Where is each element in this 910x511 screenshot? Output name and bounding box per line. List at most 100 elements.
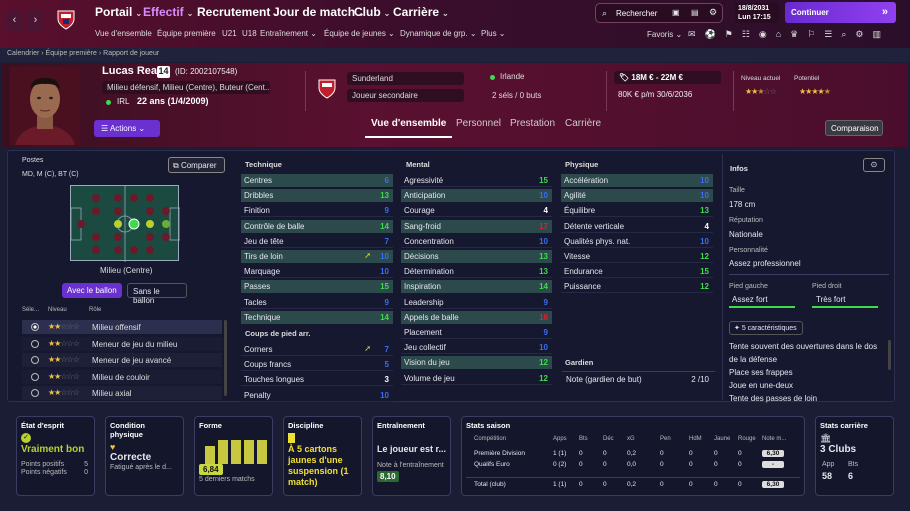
training-card[interactable]: Entraînement Le joueur est r... Note à l…	[372, 416, 451, 496]
nav-effectif[interactable]: Effectif ⌄	[143, 5, 193, 19]
attribute-row[interactable]: Placement 9	[401, 326, 552, 339]
favoris-menu[interactable]: Favoris ⌄	[647, 30, 682, 39]
without-ball-toggle[interactable]: Sans le ballon	[127, 283, 187, 305]
season-row[interactable]: Qualifs Euro 0 (2) 0 0 0,0 0 0 0 0 -	[466, 461, 800, 472]
attribute-row[interactable]: Inspiration 14	[401, 280, 552, 294]
news-icon[interactable]: ▤	[691, 8, 699, 17]
crumb-calendrier[interactable]: Calendrier	[7, 50, 39, 57]
subnav-u18[interactable]: U18	[242, 29, 257, 38]
attribute-row[interactable]: Courage 4	[401, 204, 552, 218]
attribute-row[interactable]: Coups francs 5	[241, 358, 393, 372]
tab-prestation[interactable]: Prestation	[510, 118, 555, 129]
role-radio[interactable]	[31, 356, 39, 364]
attribute-row[interactable]: Touches longues 3	[241, 373, 393, 387]
attribute-row[interactable]: Appels de balle 16	[401, 310, 552, 324]
nationality[interactable]: Irlande	[500, 72, 524, 81]
attribute-row[interactable]: Centres 6	[241, 174, 393, 187]
attribute-row[interactable]: Anticipation 10	[401, 189, 552, 203]
attribute-row[interactable]: Détente verticale 4	[561, 220, 713, 233]
attribute-row[interactable]: Concentration 10	[401, 235, 552, 248]
season-row[interactable]: Première Division 1 (1) 0 0 0,2 0 0 0 0 6,30	[466, 450, 800, 461]
continue-button[interactable]: Continuer »	[785, 2, 896, 23]
attribute-row[interactable]: Vision du jeu 12	[401, 356, 552, 370]
season-row[interactable]: Total (club) 1 (1) 0 0 0,2 0 0 0 0 6,30	[466, 477, 800, 488]
subnav-vue-ensemble[interactable]: Vue d'ensemble	[95, 29, 152, 38]
role-radio[interactable]	[31, 339, 39, 348]
compare-positions-button[interactable]: ⧉ Comparer	[168, 157, 225, 173]
attribute-row[interactable]: Leadership 9	[401, 296, 552, 309]
attribute-row[interactable]: Endurance 15	[561, 265, 713, 279]
tab-carriere[interactable]: Carrière	[565, 118, 601, 129]
attribute-row[interactable]: Équilibre 13	[561, 204, 713, 218]
nav-carriere[interactable]: Carrière ⌄	[393, 5, 449, 19]
quick-icons[interactable]: ✉⚽⚑☷◉⌂♛⚐☰⌕⚙▥	[688, 29, 890, 40]
attribute-row[interactable]: Technique 14	[241, 310, 393, 324]
actions-button[interactable]: ☰ Actions ⌄	[94, 120, 160, 137]
condition-card[interactable]: Condition physique ♥ Correcte Fatigué ap…	[105, 416, 184, 496]
attribute-row[interactable]: Vitesse 12	[561, 250, 713, 263]
attribute-row[interactable]: Volume de jeu 12	[401, 372, 552, 385]
nav-jour-de-match[interactable]: Jour de match ⌄	[273, 5, 365, 19]
with-ball-toggle[interactable]: Avec le ballon	[62, 283, 122, 298]
attribute-row[interactable]: Marquage 10	[241, 265, 393, 279]
search-bar[interactable]: ⌕ Rechercher ▣ ▤ ⚙	[595, 3, 723, 23]
season-stats-card[interactable]: Stats saison Compétition Apps Bts Déc xG Pen H…	[461, 416, 805, 496]
traits-scrollbar[interactable]	[888, 340, 891, 370]
attribute-row[interactable]: Détermination 13	[401, 265, 552, 279]
attribute-row[interactable]: Dribbles 13	[241, 189, 393, 203]
attribute-row[interactable]: Passes 15	[241, 280, 393, 294]
date-display[interactable]: 18/8/2031 Lun 17:15	[735, 3, 779, 23]
attribute-row[interactable]: Jeu de tête 7	[241, 235, 393, 248]
attribute-row[interactable]: Agilité 10	[561, 189, 713, 203]
inbox-icon[interactable]: ▣	[672, 8, 680, 17]
attribute-row[interactable]: Contrôle de balle 14	[241, 219, 393, 233]
comparison-button[interactable]: Comparaison	[825, 120, 883, 136]
nav-club[interactable]: Club ⌄	[354, 5, 390, 19]
crumb-equipe[interactable]: Équipe première	[46, 50, 97, 57]
subnav-equipe-jeunes[interactable]: Équipe de jeunes ⌄	[324, 29, 395, 38]
subnav-u21[interactable]: U21	[222, 29, 237, 38]
attribute-row[interactable]: Jeu collectif 10	[401, 341, 552, 355]
role-list-scrollbar[interactable]	[224, 320, 227, 396]
role-row[interactable]: ★★☆☆☆ Meneur de jeu avancé	[22, 353, 222, 367]
role-row[interactable]: ★★☆☆☆ Milieu axial	[22, 386, 222, 400]
attribute-row[interactable]: Agressivité 15	[401, 174, 552, 187]
role-row[interactable]: ★★☆☆☆ Milieu offensif	[22, 320, 222, 334]
attribute-row[interactable]: Corners 7 ➚	[241, 343, 393, 356]
back-button[interactable]: ‹	[6, 10, 23, 31]
traits-button[interactable]: ✦ 5 caractéristiques	[729, 321, 803, 335]
role-radio[interactable]	[31, 389, 39, 397]
attribute-row[interactable]: Finition 9	[241, 204, 393, 218]
club-badge-icon[interactable]	[55, 8, 77, 30]
club-name[interactable]: Sunderland	[347, 72, 464, 85]
forward-button[interactable]: ›	[27, 10, 44, 31]
subnav-dynamique[interactable]: Dynamique de grp. ⌄	[400, 29, 477, 38]
attribute-row[interactable]: Puissance 12	[561, 280, 713, 294]
tab-vue-ensemble[interactable]: Vue d'ensemble	[371, 118, 446, 129]
career-stats-card[interactable]: Stats carrière 🏛 3 Clubs App Bts 58 6	[815, 416, 894, 496]
attribute-row[interactable]: Tirs de loin 10 ➚	[241, 250, 393, 263]
role-radio[interactable]	[31, 372, 39, 381]
profile-icon[interactable]: ⊙	[863, 158, 885, 172]
discipline-card[interactable]: Discipline À 5 cartons jaunes d'une susp…	[283, 416, 362, 496]
pitch-diagram[interactable]	[70, 185, 181, 262]
attribute-row[interactable]: Qualités phys. nat. 10	[561, 235, 713, 248]
morale-card[interactable]: État d'esprit ✓ Vraiment bon Points posi…	[16, 416, 95, 496]
role-row[interactable]: ★★☆☆☆ Meneur de jeu du milieu	[22, 336, 222, 351]
attribute-row[interactable]: Accélération 10	[561, 174, 713, 187]
attribute-row[interactable]: Tacles 9	[241, 296, 393, 309]
tab-personnel[interactable]: Personnel	[456, 118, 501, 129]
gear-icon[interactable]: ⚙	[709, 7, 717, 18]
nav-portail[interactable]: Portail ⌄	[95, 5, 142, 19]
form-card[interactable]: Forme 6,84 5 derniers matchs	[194, 416, 273, 496]
subnav-equipe-premiere[interactable]: Équipe première	[157, 29, 216, 38]
attribute-row[interactable]: Sang-froid 17	[401, 219, 552, 233]
subnav-entrainement[interactable]: Entraînement ⌄	[260, 29, 317, 38]
role-row[interactable]: ★★☆☆☆ Milieu de couloir	[22, 369, 222, 384]
subnav-plus[interactable]: Plus ⌄	[481, 29, 506, 38]
attribute-row[interactable]: Penalty 10	[241, 389, 393, 402]
nav-recrutement[interactable]: Recrutement ⌄	[197, 5, 280, 19]
role-radio[interactable]	[31, 323, 39, 331]
club-crest-icon[interactable]	[316, 77, 338, 99]
attribute-row[interactable]: Décisions 13	[401, 250, 552, 263]
